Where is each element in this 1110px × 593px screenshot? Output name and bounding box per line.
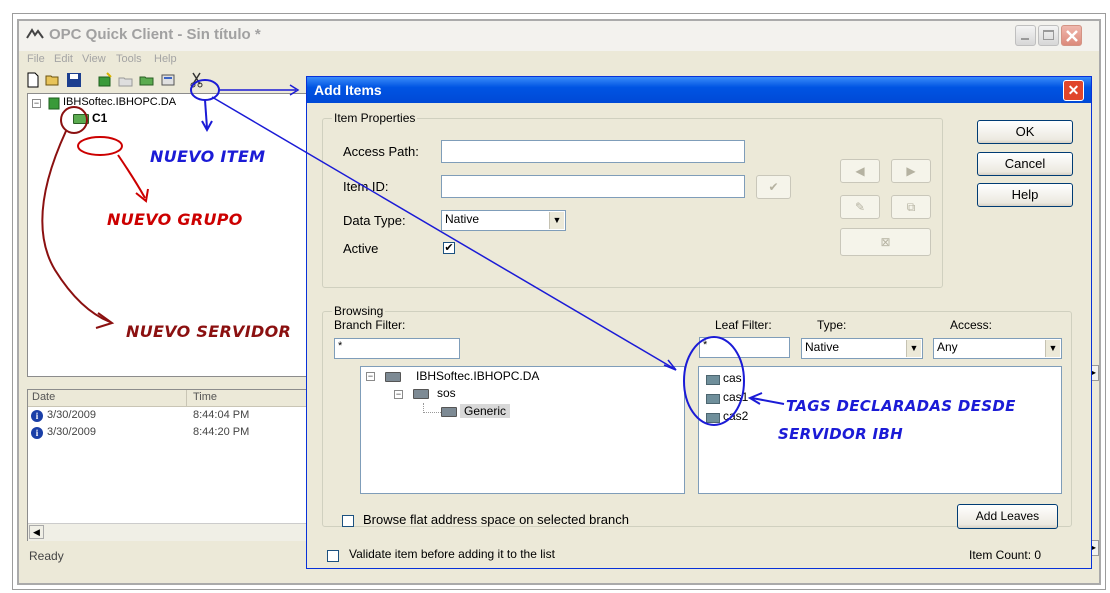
annotation-nuevo-servidor: NUEVO SERVIDOR bbox=[126, 322, 292, 341]
annotation-nuevo-grupo: NUEVO GRUPO bbox=[107, 210, 243, 229]
annotation-nuevo-item: NUEVO ITEM bbox=[150, 147, 266, 166]
annotation-tags-line1: TAGS DECLARADAS DESDE bbox=[786, 397, 1016, 415]
annotation-arrow-nuevo-item bbox=[204, 99, 208, 129]
annotation-circle-server bbox=[60, 106, 88, 134]
annotation-tags-line2: SERVIDOR IBH bbox=[778, 425, 903, 443]
annotation-overlay bbox=[41, 79, 785, 426]
annotation-circle-group bbox=[77, 136, 123, 156]
annotation-circle-tags bbox=[683, 336, 745, 426]
annotation-circle-toolbar bbox=[190, 79, 220, 101]
